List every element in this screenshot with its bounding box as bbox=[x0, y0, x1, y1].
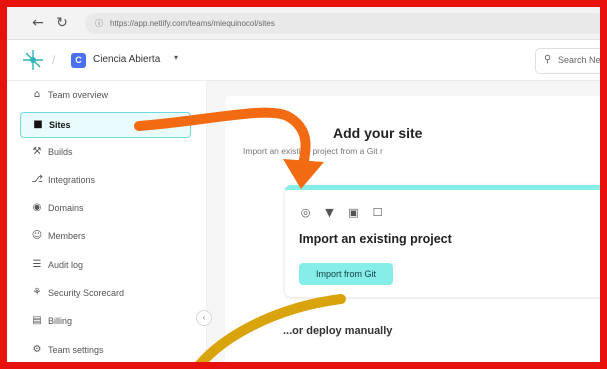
orange-arrowhead bbox=[283, 159, 324, 189]
orange-arrow bbox=[134, 107, 311, 170]
yellow-arrow bbox=[195, 294, 346, 362]
annotation-arrows bbox=[134, 107, 346, 362]
red-highlight-frame: ← ↻ ⓘ https://app.netlify.com/teams/mieq… bbox=[0, 0, 607, 369]
